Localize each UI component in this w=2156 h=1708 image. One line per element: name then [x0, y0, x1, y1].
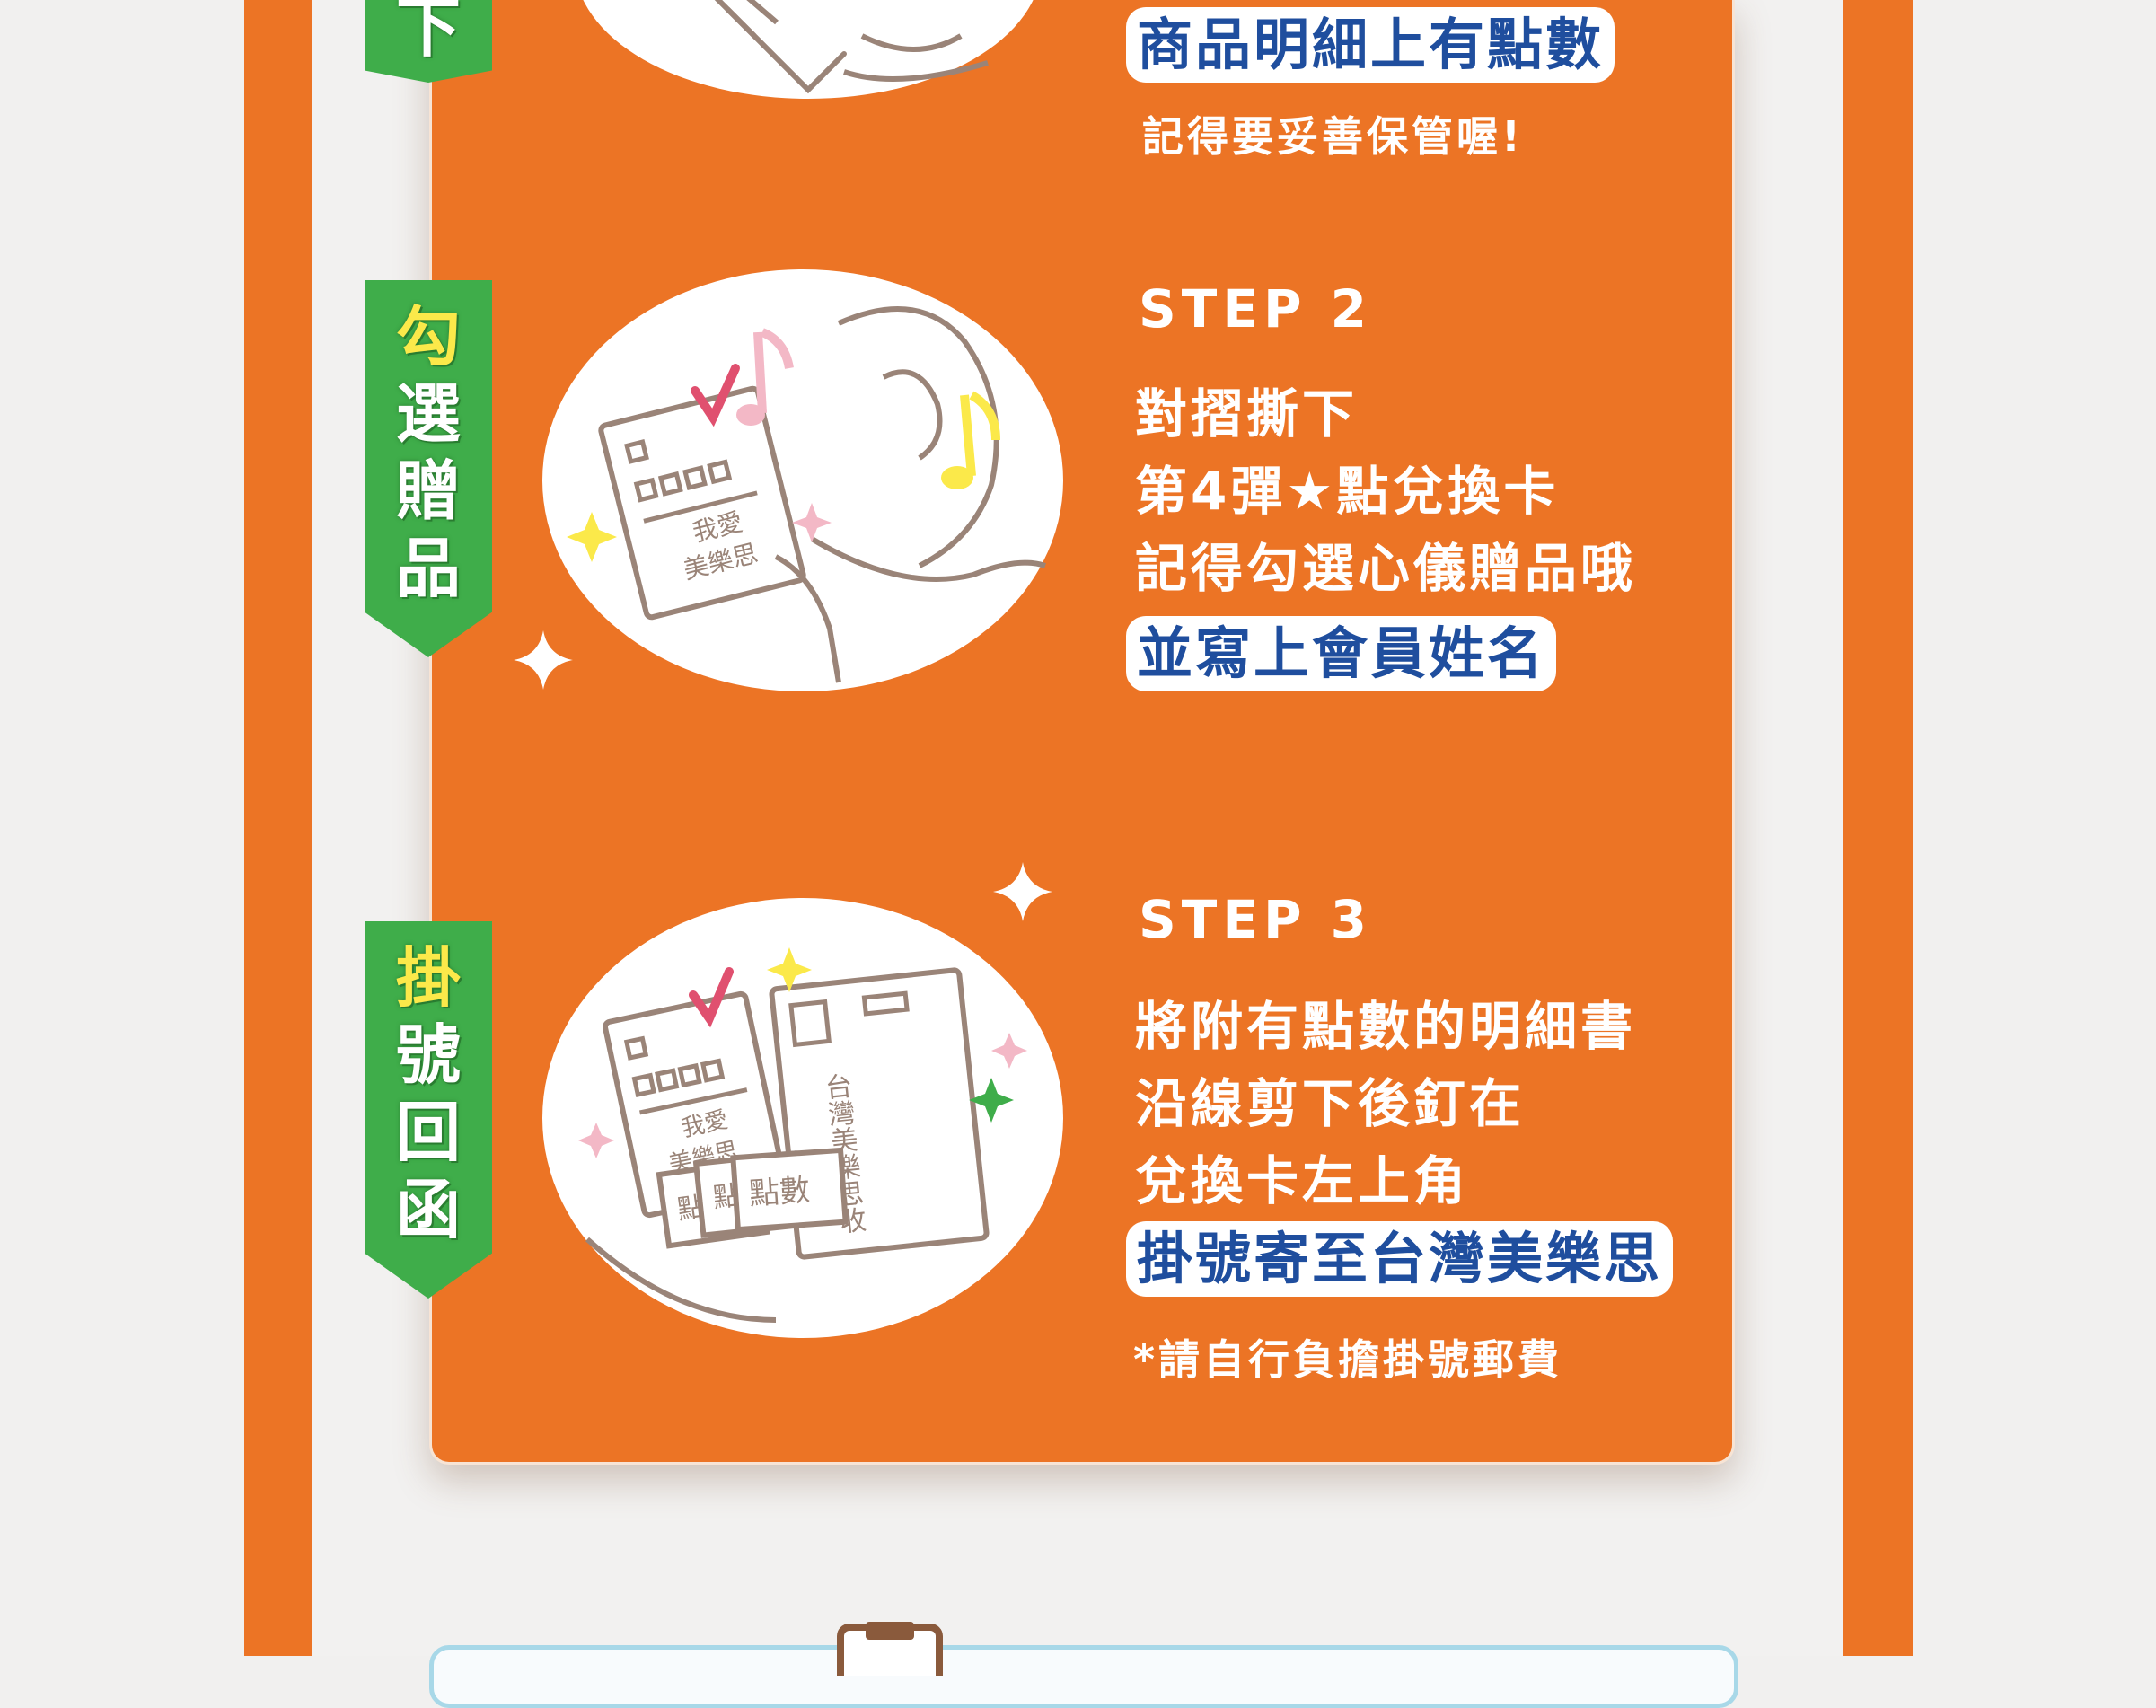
tab-char: 號	[395, 1017, 461, 1093]
step3-highlight: 掛號寄至台灣美樂思	[1126, 1221, 1674, 1297]
tab-char: 掛	[395, 940, 461, 1016]
step2-highlight: 並寫上會員姓名	[1126, 616, 1557, 691]
step2-line-3: 記得勾選心儀贈品哦	[1135, 538, 1637, 599]
step3-line-3: 兌換卡左上角	[1135, 1150, 1470, 1211]
step2-line-1: 對摺撕下	[1135, 383, 1359, 445]
sparkle-icon	[993, 862, 1052, 921]
tab-select-gift: 勾 選 贈 品	[365, 280, 492, 657]
tab-char: 勾	[395, 299, 461, 374]
step2-title: STEP 2	[1139, 278, 1373, 339]
sparkle-icon	[514, 630, 573, 690]
step3-line-1: 將附有點數的明細書	[1135, 996, 1637, 1057]
step1-note: 記得要妥善保管喔!	[1142, 112, 1524, 161]
next-section-card	[429, 1645, 1738, 1708]
clipboard-icon	[837, 1622, 943, 1676]
tab-download: 下	[365, 0, 492, 83]
step2-illustration: 我愛 美樂思	[542, 269, 1063, 691]
step2-line-2: 第4彈★點兌換卡	[1135, 461, 1560, 522]
tab-char: 函	[395, 1172, 461, 1247]
step1-highlight: 商品明細上有點數	[1126, 7, 1615, 83]
step3-title: STEP 3	[1139, 889, 1373, 950]
tab-char: 下	[395, 0, 461, 66]
tab-char: 回	[395, 1095, 461, 1170]
step3-note: *請自行負擔掛號郵費	[1133, 1335, 1563, 1384]
step3-coupon-text: 點數	[748, 1172, 812, 1212]
step3-illustration: 我愛 美樂思 台灣美樂思收 點 點 點數	[542, 898, 1063, 1338]
step1-illustration	[575, 0, 1042, 99]
tab-registered-mail: 掛 號 回 函	[365, 921, 492, 1299]
tab-char: 贈	[395, 453, 461, 529]
tab-char: 品	[395, 531, 461, 606]
step3-coupon-back-1: 點	[675, 1192, 707, 1227]
step3-line-2: 沿線剪下後釘在	[1135, 1073, 1526, 1134]
tab-char: 選	[395, 376, 461, 452]
